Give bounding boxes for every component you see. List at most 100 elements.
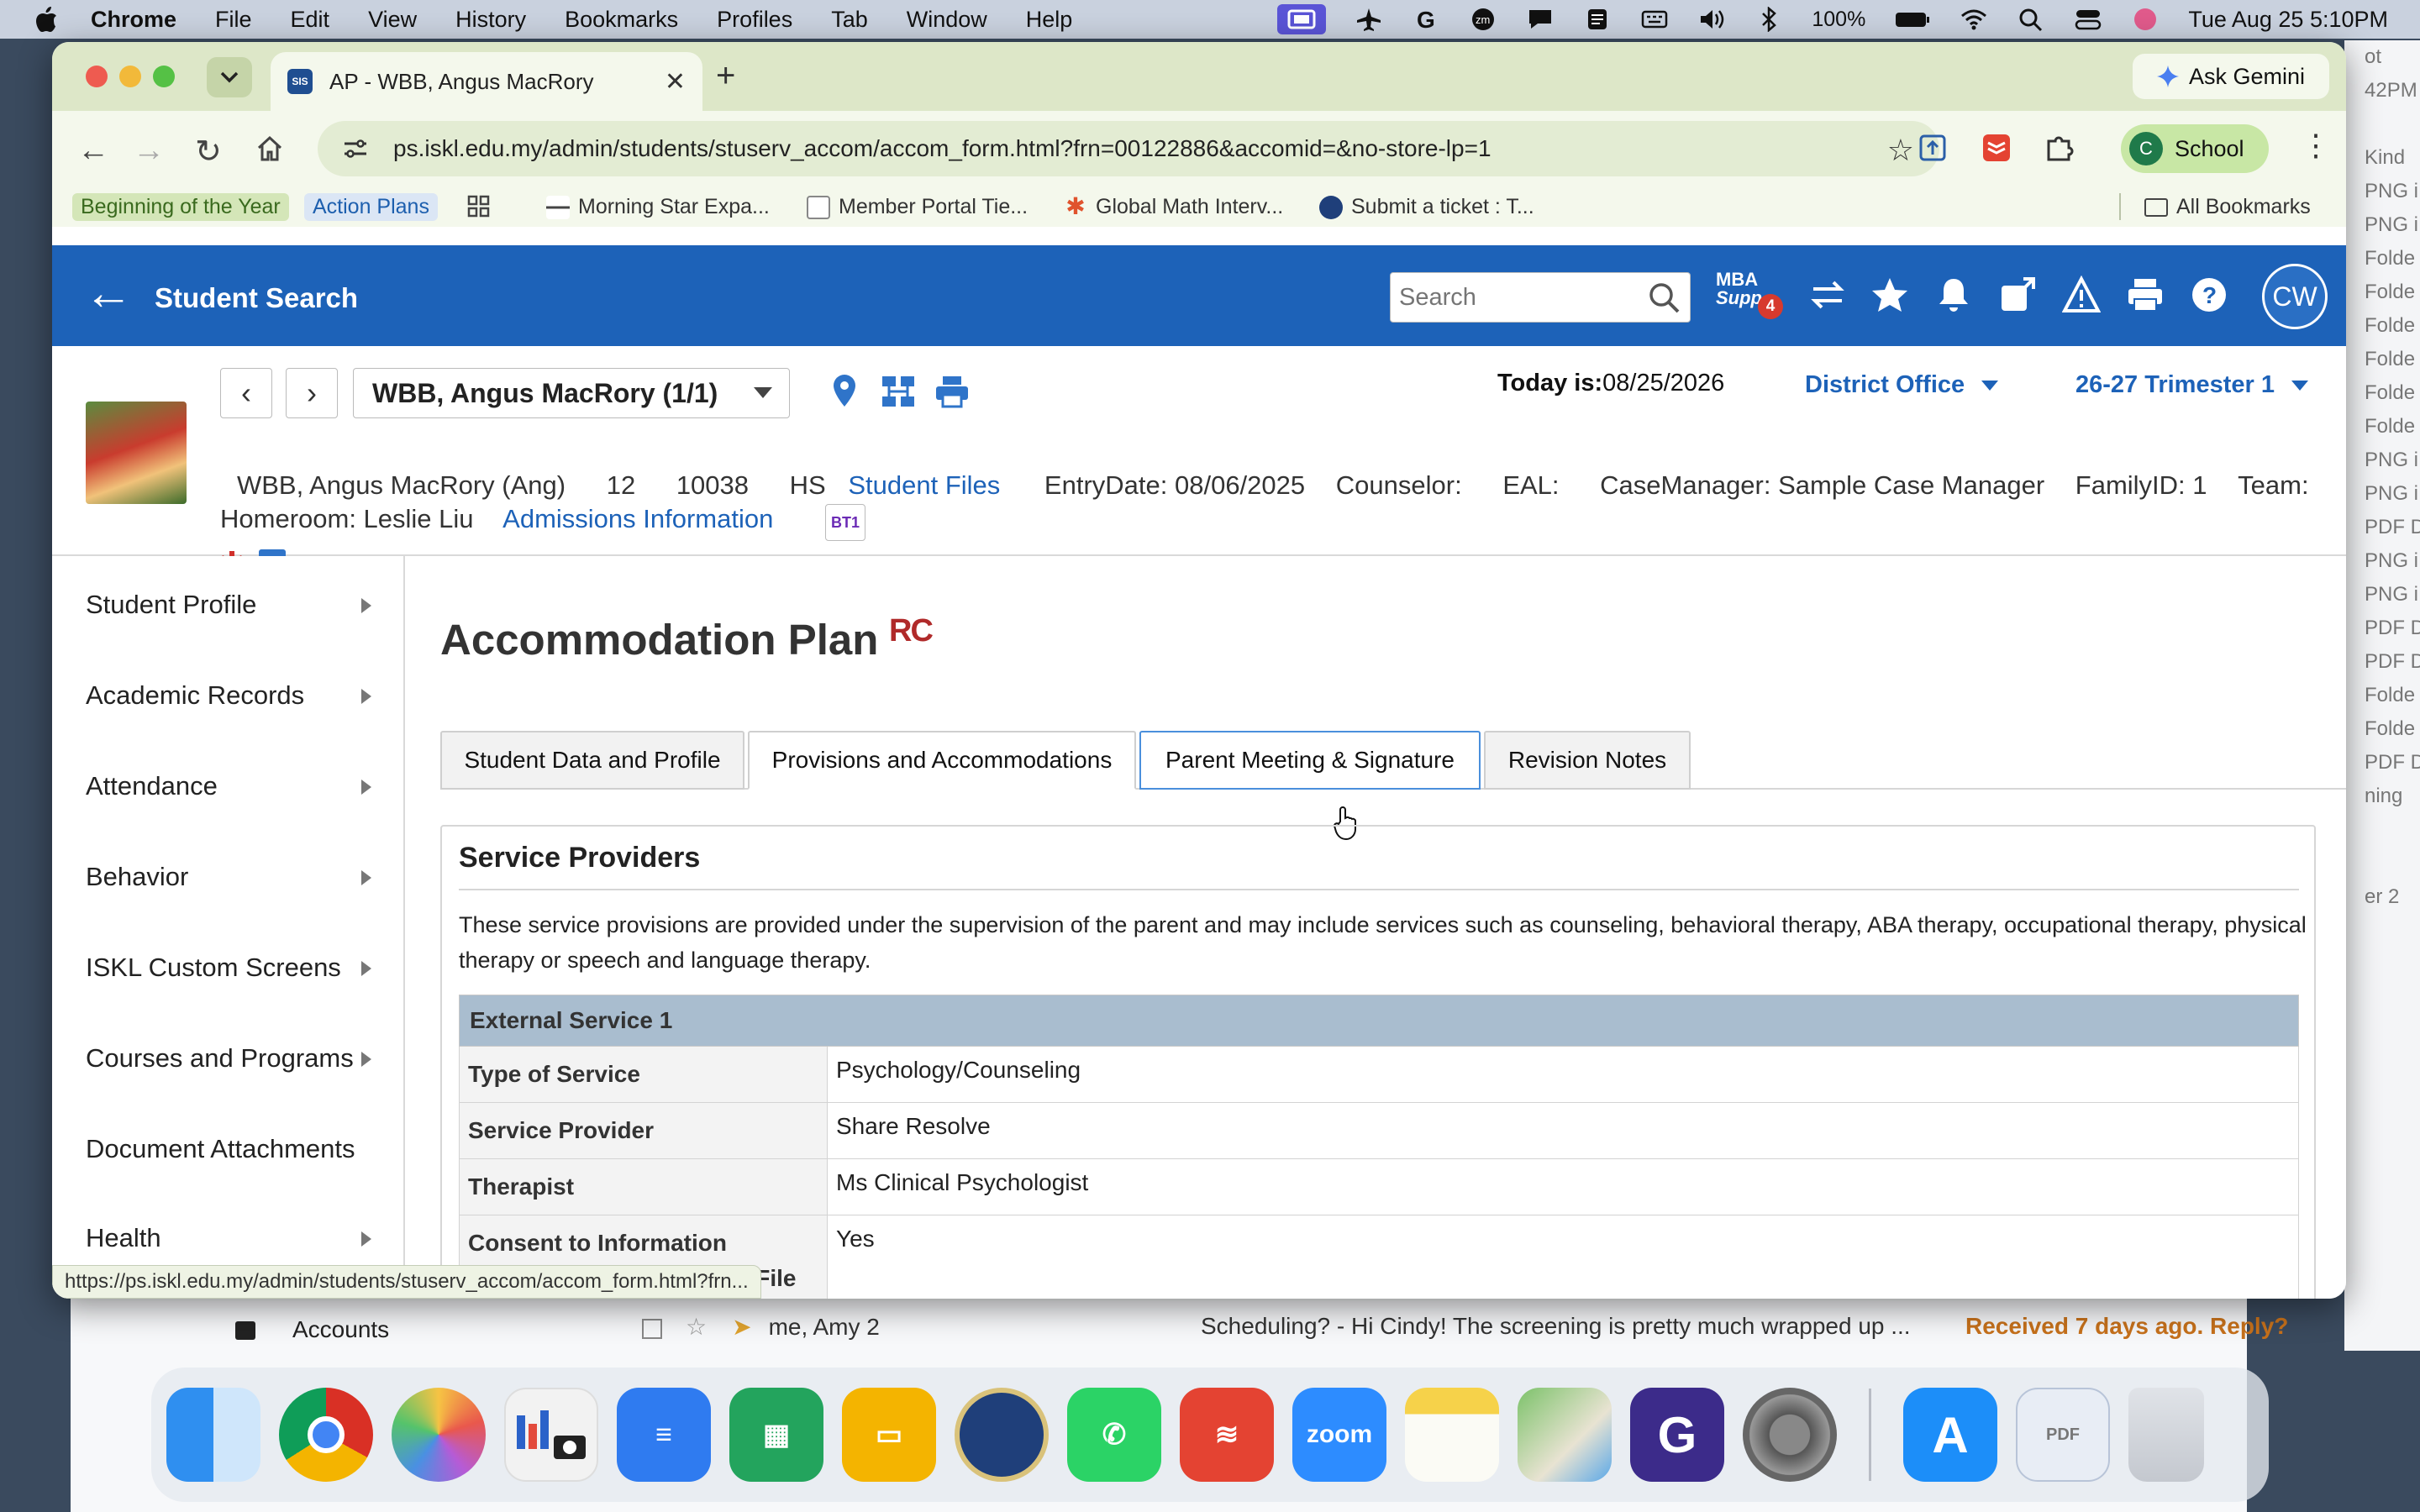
search-icon[interactable]: [1648, 281, 1681, 315]
print-icon[interactable]: [2126, 276, 2165, 314]
accounts-label[interactable]: Accounts: [292, 1316, 389, 1343]
menu-help[interactable]: Help: [1026, 7, 1073, 33]
finder-icon[interactable]: [166, 1388, 260, 1482]
todoist-icon[interactable]: ≋: [1180, 1388, 1274, 1482]
gemini-app-icon[interactable]: G: [1630, 1388, 1724, 1482]
extension-upload-icon[interactable]: [1918, 133, 1948, 163]
more-menu-icon[interactable]: ⋮: [2301, 128, 2331, 163]
bookmark-beginning-of-year[interactable]: Beginning of the Year: [72, 193, 289, 221]
whatsapp-icon[interactable]: ✆: [1067, 1388, 1161, 1482]
ps-search-box[interactable]: [1390, 272, 1691, 323]
chat-icon[interactable]: [1526, 7, 1555, 32]
system-settings-icon[interactable]: [1743, 1388, 1837, 1482]
student-search-title[interactable]: Student Search: [155, 282, 358, 314]
profile-button[interactable]: C School: [2121, 124, 2269, 173]
ask-gemini-button[interactable]: Ask Gemini: [2133, 54, 2329, 99]
reload-icon[interactable]: ↻: [195, 133, 222, 171]
clock[interactable]: Tue Aug 25 5:10PM: [2188, 7, 2388, 33]
rc-icon[interactable]: RC: [889, 613, 934, 649]
sidebar-item-health[interactable]: Health: [86, 1223, 397, 1253]
school-crest-icon[interactable]: [955, 1388, 1049, 1482]
menu-profiles[interactable]: Profiles: [717, 7, 792, 33]
sidebar-item-academic-records[interactable]: Academic Records: [86, 680, 397, 711]
menu-history[interactable]: History: [455, 7, 526, 33]
mba-support-icon[interactable]: MBA Supp 4: [1716, 270, 1783, 321]
swap-arrows-icon[interactable]: [1808, 276, 1847, 314]
menu-bookmarks[interactable]: Bookmarks: [565, 7, 678, 33]
help-icon[interactable]: ?: [2190, 276, 2228, 314]
apps-grid-icon[interactable]: [467, 195, 491, 218]
sidebar-item-iskl-custom-screens[interactable]: ISKL Custom Screens: [86, 953, 397, 983]
back-arrow-icon[interactable]: ←: [84, 269, 133, 318]
tab-revision-notes[interactable]: Revision Notes: [1484, 731, 1691, 790]
google-docs-icon[interactable]: ≡: [617, 1388, 711, 1482]
previous-student-button[interactable]: ‹: [220, 368, 272, 418]
menu-window[interactable]: Window: [907, 7, 987, 33]
extensions-puzzle-icon[interactable]: [2044, 133, 2074, 163]
sidebar-item-courses-and-programs[interactable]: Courses and Programs: [86, 1043, 397, 1074]
next-student-button[interactable]: ›: [286, 368, 338, 418]
alert-triangle-icon[interactable]: [2062, 276, 2101, 314]
extension-todoist-icon[interactable]: [1981, 133, 2012, 163]
airplane-icon[interactable]: [1355, 7, 1383, 32]
bookmark-morning-star[interactable]: Morning Star Expa...: [546, 195, 770, 219]
bookmark-global-math[interactable]: ✱ Global Math Interv...: [1064, 194, 1283, 219]
forward-arrow-icon[interactable]: →: [133, 133, 165, 169]
sidebar-item-attendance[interactable]: Attendance: [86, 771, 397, 801]
mail-row[interactable]: ☆ ➤ me, Amy 2 Scheduling? - Hi Cindy! The …: [642, 1313, 2306, 1341]
back-arrow-icon[interactable]: ←: [77, 133, 109, 169]
browser-tab-active[interactable]: SIS AP - WBB, Angus MacRory ✕: [271, 52, 702, 111]
volume-icon[interactable]: [1697, 7, 1726, 32]
sidebar-item-student-profile[interactable]: Student Profile: [86, 590, 397, 620]
menu-app-name[interactable]: Chrome: [91, 7, 176, 33]
spotlight-icon[interactable]: [2017, 7, 2045, 32]
all-bookmarks[interactable]: All Bookmarks: [2144, 195, 2311, 219]
map-pin-icon[interactable]: [827, 373, 862, 410]
siri-icon[interactable]: [2131, 7, 2160, 32]
trash-icon[interactable]: [2128, 1388, 2204, 1482]
student-files-link[interactable]: Student Files: [848, 470, 1000, 500]
battery-icon[interactable]: [1894, 7, 1931, 32]
notifications-bell-icon[interactable]: [1934, 276, 1973, 314]
tab-provisions-and-accommodations[interactable]: Provisions and Accommodations: [748, 731, 1136, 790]
print-icon[interactable]: [934, 373, 970, 410]
app-store-icon[interactable]: A: [1903, 1388, 1997, 1482]
zoom-icon[interactable]: zm: [1469, 7, 1497, 32]
bluetooth-icon[interactable]: [1754, 7, 1783, 32]
pdf-document-icon[interactable]: PDF: [2016, 1388, 2110, 1482]
district-office-dropdown[interactable]: District Office: [1805, 371, 1999, 399]
keyboard-icon[interactable]: [1640, 7, 1669, 32]
bookmark-action-plans[interactable]: Action Plans: [304, 193, 438, 221]
stage-manager-icon[interactable]: [1277, 4, 1327, 34]
control-center-icon[interactable]: [2074, 7, 2102, 32]
bookmark-submit-ticket[interactable]: Submit a ticket : T...: [1319, 195, 1534, 219]
mail-checkbox-icon[interactable]: [642, 1318, 662, 1339]
tab-parent-meeting-and-signature[interactable]: Parent Meeting & Signature: [1139, 731, 1481, 790]
apple-icon[interactable]: [34, 5, 59, 34]
bookmark-member-portal[interactable]: Member Portal Tie...: [807, 195, 1028, 219]
bookmark-star-icon[interactable]: ☆: [1887, 133, 1914, 168]
new-tab-icon[interactable]: +: [716, 57, 735, 95]
tab-search-button[interactable]: [207, 57, 252, 97]
tab-student-data-and-profile[interactable]: Student Data and Profile: [440, 731, 744, 790]
screen-capture-icon[interactable]: [504, 1388, 598, 1482]
url-text[interactable]: ps.iskl.edu.my/admin/students/stuserv_ac…: [393, 135, 1491, 162]
sidebar-item-behavior[interactable]: Behavior: [86, 862, 397, 892]
menu-file[interactable]: File: [215, 7, 252, 33]
open-external-icon[interactable]: [1998, 276, 2037, 314]
sidebar-item-document-attachments[interactable]: Document Attachments: [86, 1134, 397, 1164]
mail-star-icon[interactable]: ☆: [686, 1314, 707, 1340]
zoom-window-icon[interactable]: [153, 66, 175, 87]
menu-view[interactable]: View: [368, 7, 417, 33]
site-info-icon[interactable]: [343, 139, 368, 159]
google-slides-icon[interactable]: ▭: [842, 1388, 936, 1482]
menu-edit[interactable]: Edit: [291, 7, 330, 33]
menu-tab[interactable]: Tab: [831, 7, 868, 33]
user-avatar[interactable]: CW: [2262, 264, 2328, 329]
chrome-icon[interactable]: [279, 1388, 373, 1482]
student-selector[interactable]: WBB, Angus MacRory (1/1): [353, 368, 790, 418]
wifi-icon[interactable]: [1960, 7, 1988, 32]
photos-icon[interactable]: [392, 1388, 486, 1482]
notes-icon[interactable]: [1583, 7, 1612, 32]
close-tab-icon[interactable]: ✕: [665, 67, 686, 97]
